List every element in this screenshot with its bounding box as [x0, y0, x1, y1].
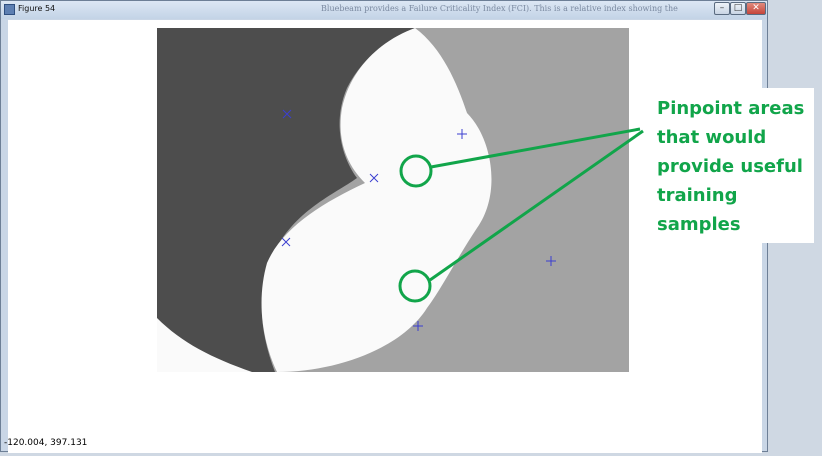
pointer-line-upper [430, 127, 641, 169]
annotation-overlay [398, 127, 644, 303]
highlight-circle-upper [399, 154, 433, 188]
pointer-line-lower [429, 129, 644, 282]
highlight-circle-lower [398, 269, 432, 303]
